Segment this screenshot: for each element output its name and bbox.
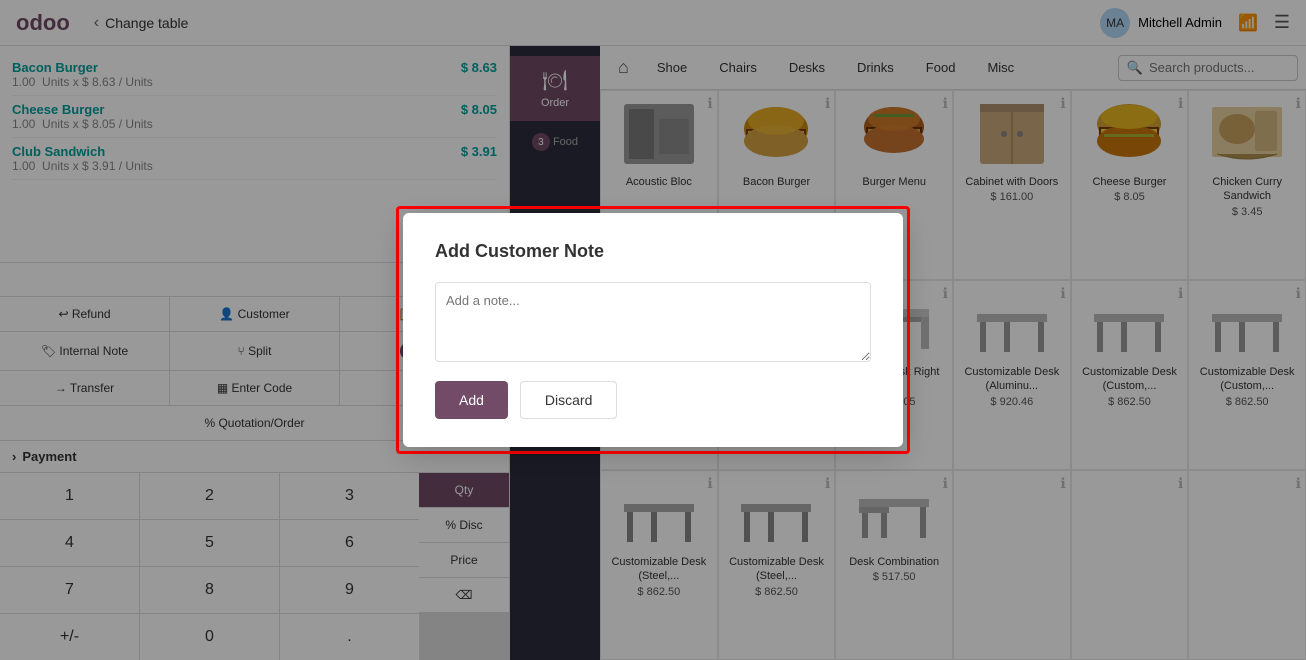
add-note-button[interactable]: Add <box>435 381 508 419</box>
modal-buttons: Add Discard <box>435 381 871 419</box>
note-textarea[interactable] <box>435 282 871 362</box>
add-customer-note-modal: Add Customer Note Add Discard <box>403 213 903 447</box>
modal-overlay[interactable]: Add Customer Note Add Discard <box>0 0 1306 660</box>
discard-note-button[interactable]: Discard <box>520 381 617 419</box>
modal-highlight-border: Add Customer Note Add Discard <box>396 206 910 454</box>
modal-title: Add Customer Note <box>435 241 871 262</box>
